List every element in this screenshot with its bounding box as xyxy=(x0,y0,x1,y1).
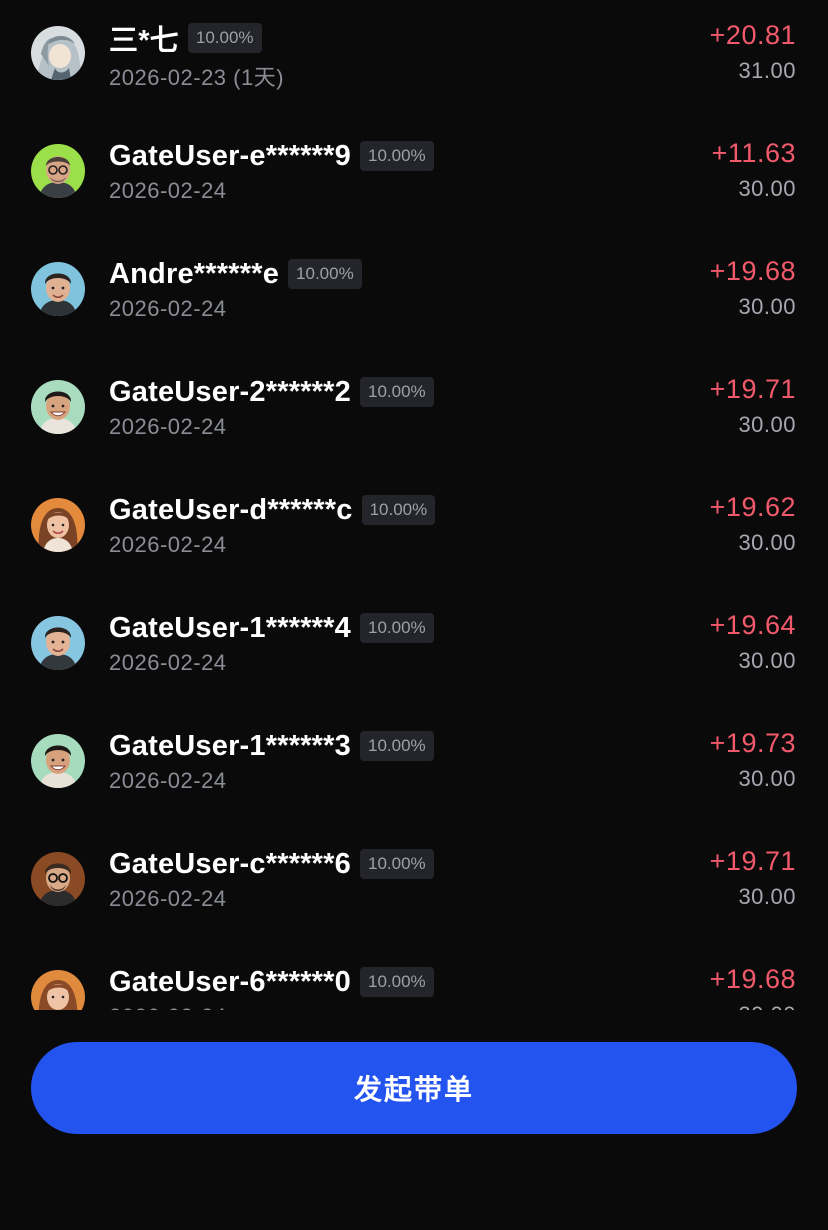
trader-name: GateUser-e******9 xyxy=(109,139,351,172)
trader-name: GateUser-6******0 xyxy=(109,965,351,998)
avatar xyxy=(31,144,85,198)
pnl-value: +19.71 xyxy=(709,846,796,876)
trader-name: GateUser-2******2 xyxy=(109,375,351,408)
pnl-value: +11.63 xyxy=(711,138,796,168)
trader-row[interactable]: GateUser-6******0 10.00% 2026-02-24 +19.… xyxy=(0,944,828,1010)
man-glasses-avatar-icon xyxy=(31,852,85,906)
man-avatar-icon xyxy=(31,616,85,670)
avatar xyxy=(31,498,85,552)
avatar xyxy=(31,852,85,906)
trader-name: GateUser-1******4 xyxy=(109,611,351,644)
trader-name: GateUser-d******c xyxy=(109,493,353,526)
trader-date: 2026-02-24 xyxy=(109,532,227,557)
ratio-badge: 10.00% xyxy=(360,141,434,171)
ratio-badge: 10.00% xyxy=(360,613,434,643)
trader-row[interactable]: GateUser-1******3 10.00% 2026-02-24 +19.… xyxy=(0,708,828,826)
trader-row[interactable]: GateUser-1******4 10.00% 2026-02-24 +19.… xyxy=(0,590,828,708)
avatar xyxy=(31,970,85,1010)
amount-value: 31.00 xyxy=(738,58,796,83)
trader-date: 2026-02-23 (1天) xyxy=(109,65,285,90)
trader-date: 2026-02-24 xyxy=(109,178,227,203)
trader-row[interactable]: GateUser-2******2 10.00% 2026-02-24 +19.… xyxy=(0,354,828,472)
pnl-value: +19.71 xyxy=(709,374,796,404)
trader-name: GateUser-c******6 xyxy=(109,847,351,880)
pnl-value: +20.81 xyxy=(709,20,796,50)
ratio-badge: 10.00% xyxy=(361,495,436,525)
trader-date: 2026-02-24 xyxy=(109,768,227,793)
ratio-badge: 10.00% xyxy=(360,967,434,997)
ratio-badge: 10.00% xyxy=(360,731,434,761)
trader-row[interactable]: GateUser-e******9 10.00% 2026-02-24 +11.… xyxy=(0,118,828,236)
avatar xyxy=(31,380,85,434)
ratio-badge: 10.00% xyxy=(360,849,434,879)
start-copy-trading-button[interactable]: 发起带单 xyxy=(31,1042,797,1134)
trader-name: GateUser-1******3 xyxy=(109,729,351,762)
trader-name: Andre******e xyxy=(109,257,280,290)
amount-value: 30.00 xyxy=(738,648,796,673)
pnl-value: +19.73 xyxy=(709,728,796,758)
man-avatar-icon xyxy=(31,380,85,434)
ratio-badge: 10.00% xyxy=(187,23,262,53)
trader-date: 2026-02-24 xyxy=(109,650,227,675)
trader-date: 2026-02-24 xyxy=(109,1004,227,1010)
trader-date: 2026-02-24 xyxy=(109,886,227,911)
man-glasses-avatar-icon xyxy=(31,144,85,198)
anime-avatar-icon xyxy=(31,26,85,80)
avatar xyxy=(31,262,85,316)
avatar xyxy=(31,26,85,80)
trader-name: 三*七 xyxy=(109,25,179,57)
amount-value: 30.00 xyxy=(738,766,796,791)
trader-row[interactable]: Andre******e 10.00% 2026-02-24 +19.68 30… xyxy=(0,236,828,354)
trader-list: 三*七 10.00% 2026-02-23 (1天) +20.81 31.00 … xyxy=(0,0,828,1010)
ratio-badge: 10.00% xyxy=(360,377,434,407)
trader-date: 2026-02-24 xyxy=(109,296,227,321)
trader-row[interactable]: GateUser-d******c 10.00% 2026-02-24 +19.… xyxy=(0,472,828,590)
amount-value: 30.00 xyxy=(738,294,796,319)
pnl-value: +19.62 xyxy=(709,492,796,522)
man-avatar-icon xyxy=(31,734,85,788)
trader-row[interactable]: GateUser-c******6 10.00% 2026-02-24 +19.… xyxy=(0,826,828,944)
trader-date: 2026-02-24 xyxy=(109,414,227,439)
amount-value: 30.00 xyxy=(738,884,796,909)
man-avatar-icon xyxy=(31,262,85,316)
woman-avatar-icon xyxy=(31,970,85,1010)
amount-value: 30.00 xyxy=(738,530,796,555)
trader-row[interactable]: 三*七 10.00% 2026-02-23 (1天) +20.81 31.00 xyxy=(0,0,828,118)
amount-value: 30.00 xyxy=(738,412,796,437)
ratio-badge: 10.00% xyxy=(288,259,362,289)
amount-value: 30.00 xyxy=(738,176,796,201)
pnl-value: +19.64 xyxy=(709,610,796,640)
pnl-value: +19.68 xyxy=(709,256,796,286)
pnl-value: +19.68 xyxy=(709,964,796,994)
avatar xyxy=(31,734,85,788)
amount-value: 30.00 xyxy=(738,1002,796,1010)
avatar xyxy=(31,616,85,670)
woman-avatar-icon xyxy=(31,498,85,552)
